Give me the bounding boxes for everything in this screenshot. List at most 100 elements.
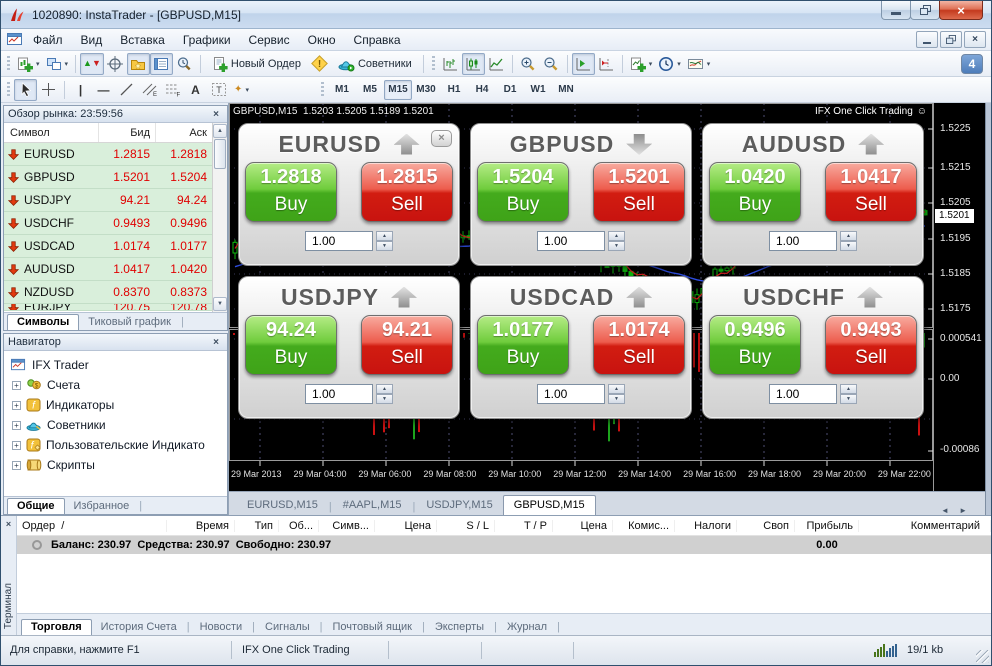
timeframe-m30[interactable]: M30 (412, 80, 440, 100)
new-order-button[interactable]: Новый Ордер (205, 53, 308, 75)
cursor-tool-button[interactable] (14, 79, 37, 101)
tab-symbols[interactable]: Символы (7, 314, 79, 330)
market-row-gbpusd[interactable]: GBPUSD 1.52011.5204 (4, 166, 212, 189)
zoom-out-button[interactable] (540, 53, 563, 75)
toolbar-grip[interactable] (321, 82, 324, 98)
chart-tab-gbpusd[interactable]: GBPUSD,M15 (503, 495, 596, 515)
sell-button[interactable]: 1.2815Sell (361, 162, 453, 222)
spin-up-icon[interactable]: ▲ (608, 231, 625, 241)
channel-tool[interactable]: E (138, 79, 161, 101)
buy-button[interactable]: 1.2818Buy (245, 162, 337, 222)
market-row-audusd[interactable]: AUDUSD 1.04171.0420 (4, 258, 212, 281)
menu-view[interactable]: Вид (72, 31, 112, 49)
volume-input[interactable] (769, 231, 837, 251)
auto-scroll-button[interactable] (572, 53, 595, 75)
resize-grip[interactable] (976, 650, 989, 663)
crosshair-tool-button[interactable] (37, 79, 60, 101)
timeframe-w1[interactable]: W1 (524, 80, 552, 100)
spin-down-icon[interactable]: ▼ (608, 241, 625, 251)
menu-insert[interactable]: Вставка (111, 31, 174, 49)
market-row-usdjpy[interactable]: USDJPY 94.2194.24 (4, 189, 212, 212)
volume-input[interactable] (305, 231, 373, 251)
bar-chart-button[interactable] (439, 53, 462, 75)
chart-tab-aapl[interactable]: #AAPL,M15 (333, 496, 412, 515)
time-axis[interactable]: 29 Mar 2013 29 Mar 04:00 29 Mar 06:00 29… (231, 469, 931, 479)
market-watch-toggle[interactable]: ▲▼ (80, 53, 104, 75)
scroll-thumb[interactable] (214, 139, 226, 169)
chart-tab-eurusd[interactable]: EURUSD,M15 (237, 496, 328, 515)
menu-help[interactable]: Справка (345, 31, 410, 49)
market-row-eurjpy[interactable]: EURJPY 120.75120.78 (4, 304, 212, 311)
spin-down-icon[interactable]: ▼ (376, 394, 393, 404)
tab-signals[interactable]: Сигналы (256, 620, 319, 635)
buy-button[interactable]: 1.0177Buy (477, 315, 569, 375)
chart-shift-button[interactable] (595, 53, 618, 75)
market-row-usdchf[interactable]: USDCHF 0.94930.9496 (4, 212, 212, 235)
menu-file[interactable]: Файл (24, 31, 72, 49)
expand-icon[interactable]: + (12, 381, 21, 390)
terminal-toggle[interactable] (150, 53, 173, 75)
timeframe-d1[interactable]: D1 (496, 80, 524, 100)
market-watch-close-button[interactable]: × (209, 109, 223, 120)
volume-input[interactable] (537, 231, 605, 251)
tree-item-indicators[interactable]: + f Индикаторы (12, 395, 225, 415)
expert-advisors-button[interactable]: Советники (331, 53, 419, 75)
tab-news[interactable]: Новости (191, 620, 252, 635)
minimize-button[interactable] (881, 1, 911, 20)
restore-button[interactable] (910, 1, 940, 20)
market-row-nzdusd[interactable]: NZDUSD 0.83700.8373 (4, 281, 212, 304)
new-chart-button[interactable]: ▾ (14, 53, 43, 75)
warning-button[interactable]: ! (308, 53, 331, 75)
mdi-minimize-button[interactable] (916, 31, 938, 48)
indicators-button[interactable]: ▾ (627, 53, 656, 75)
timeframe-m1[interactable]: M1 (328, 80, 356, 100)
spin-down-icon[interactable]: ▼ (608, 394, 625, 404)
mdi-restore-button[interactable] (940, 31, 962, 48)
menu-window[interactable]: Окно (299, 31, 345, 49)
spin-up-icon[interactable]: ▲ (376, 384, 393, 394)
sell-button[interactable]: 0.9493Sell (825, 315, 917, 375)
spin-up-icon[interactable]: ▲ (840, 231, 857, 241)
chart-tab-usdjpy[interactable]: USDJPY,M15 (416, 496, 502, 515)
buy-button[interactable]: 0.9496Buy (709, 315, 801, 375)
tab-common[interactable]: Общие (7, 498, 65, 514)
volume-input[interactable] (537, 384, 605, 404)
tab-trade[interactable]: Торговля (21, 619, 92, 635)
tree-item-scripts[interactable]: + Скрипты (12, 455, 225, 475)
candlestick-chart-button[interactable] (462, 53, 485, 75)
menu-charts[interactable]: Графики (174, 31, 240, 49)
tree-item-accounts[interactable]: + $ Счета (12, 375, 225, 395)
sell-button[interactable]: 1.0417Sell (825, 162, 917, 222)
buy-button[interactable]: 1.5204Buy (477, 162, 569, 222)
line-chart-button[interactable] (485, 53, 508, 75)
timeframe-m15[interactable]: M15 (384, 80, 412, 100)
timeframe-m5[interactable]: M5 (356, 80, 384, 100)
spin-down-icon[interactable]: ▼ (840, 241, 857, 251)
spin-up-icon[interactable]: ▲ (840, 384, 857, 394)
volume-input[interactable] (769, 384, 837, 404)
text-tool[interactable]: A (184, 79, 207, 101)
market-row-eurusd[interactable]: EURUSD 1.28151.2818 (4, 143, 212, 166)
menu-service[interactable]: Сервис (240, 31, 299, 49)
toolbar-grip[interactable] (432, 56, 435, 72)
expand-icon[interactable]: + (12, 441, 21, 450)
timeframe-mn[interactable]: MN (552, 80, 580, 100)
tree-item-custom-indicators[interactable]: + f Пользовательские Индикато (12, 435, 225, 455)
toolbar-grip[interactable] (7, 56, 10, 72)
scroll-down-icon[interactable]: ▼ (213, 297, 227, 311)
timeframe-h4[interactable]: H4 (468, 80, 496, 100)
buy-button[interactable]: 1.0420Buy (709, 162, 801, 222)
expand-icon[interactable]: + (12, 421, 21, 430)
strategy-tester-toggle[interactable] (173, 53, 196, 75)
vertical-line-tool[interactable]: | (69, 79, 92, 101)
horizontal-line-tool[interactable]: — (92, 79, 115, 101)
text-label-tool[interactable]: T (207, 79, 230, 101)
notifications-badge[interactable]: 4 (961, 54, 983, 74)
expand-icon[interactable]: + (12, 401, 21, 410)
spin-up-icon[interactable]: ▲ (608, 384, 625, 394)
tab-account-history[interactable]: История Счета (92, 620, 186, 635)
terminal-close-button[interactable]: × (6, 519, 11, 529)
tree-item-advisors[interactable]: + Советники (12, 415, 225, 435)
tab-scroll-arrows[interactable]: ◄ ► (941, 506, 971, 515)
tree-root-ifx-trader[interactable]: IFX Trader (10, 355, 225, 375)
